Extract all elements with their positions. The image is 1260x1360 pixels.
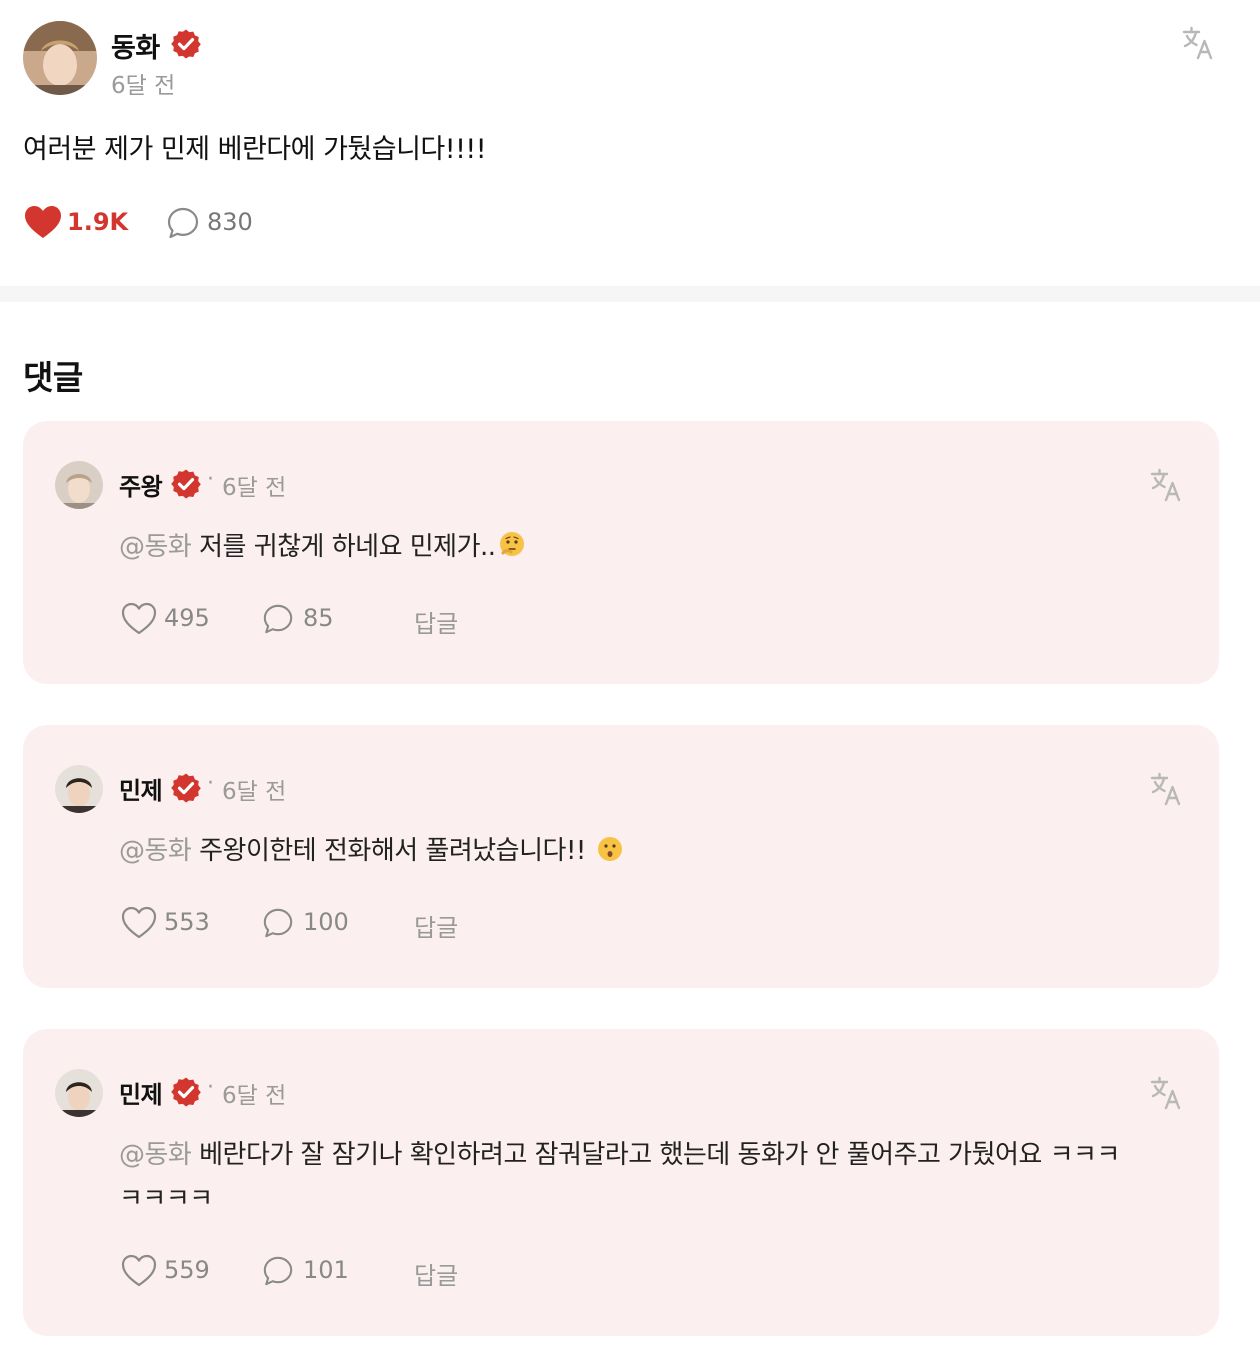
section-divider: [0, 286, 1260, 302]
verified-badge-icon: [170, 1076, 202, 1108]
comment-text: @동화 베란다가 잘 잠기나 확인하려고 잠궈달라고 했는데 동화가 안 풀어주…: [119, 1133, 1139, 1221]
separator-dot: ·: [207, 1075, 214, 1100]
comment-like-count[interactable]: 495: [164, 604, 210, 632]
heart-outline-icon[interactable]: [121, 1254, 157, 1287]
verified-badge-icon: [170, 772, 202, 804]
comment-body: 저를 귀찮게 하네요 민제가..: [199, 532, 496, 562]
avatar[interactable]: [55, 1069, 103, 1117]
comment-actions: 559 101 답글: [119, 1252, 619, 1292]
comment-author-name[interactable]: 민제: [119, 771, 163, 806]
reply-button[interactable]: 답글: [414, 604, 458, 639]
comment-actions: 553 100 답글: [119, 904, 619, 944]
post-timestamp: 6달 전: [111, 73, 176, 99]
post-like-count[interactable]: 1.9K: [67, 208, 128, 236]
comment-body: 주왕이한테 전화해서 풀려났습니다!!: [199, 836, 586, 866]
verified-badge-icon: [170, 468, 202, 500]
separator-dot: ·: [207, 467, 214, 492]
comment-reply-count[interactable]: 100: [303, 908, 349, 936]
mention-link[interactable]: @동화: [119, 836, 192, 866]
comment-timestamp: 6달 전: [222, 475, 287, 501]
comment-like-count[interactable]: 559: [164, 1256, 210, 1284]
avatar[interactable]: [55, 765, 103, 813]
heart-outline-icon[interactable]: [121, 906, 157, 939]
comment-reply-count[interactable]: 85: [303, 604, 334, 632]
comment-reply-count[interactable]: 101: [303, 1256, 349, 1284]
comment-card: 민제 · 6달 전 @동화 베란다가 잘 잠기나 확인하려고 잠궈달라고 했는데…: [23, 1029, 1219, 1336]
post-author-name[interactable]: 동화: [111, 26, 160, 65]
comment-card: 민제 · 6달 전 @동화 주왕이한테 전화해서 풀려났습니다!! 553 10…: [23, 725, 1219, 988]
verified-badge-icon: [170, 28, 202, 60]
comment-text: @동화 주왕이한테 전화해서 풀려났습니다!!: [119, 829, 1139, 873]
translate-icon[interactable]: [1149, 1075, 1185, 1111]
translate-icon[interactable]: [1181, 25, 1217, 61]
heart-filled-icon[interactable]: [24, 205, 62, 239]
comment-body: 베란다가 잘 잠기나 확인하려고 잠궈달라고 했는데 동화가 안 풀어주고 가뒀…: [119, 1140, 1120, 1214]
comment-bubble-icon[interactable]: [262, 603, 294, 635]
comment-bubble-icon[interactable]: [262, 1255, 294, 1287]
post-author-avatar[interactable]: [23, 21, 97, 95]
comment-author-name[interactable]: 민제: [119, 1075, 163, 1110]
translate-icon[interactable]: [1149, 771, 1185, 807]
mention-link[interactable]: @동화: [119, 1140, 192, 1170]
post: 동화 6달 전 여러분 제가 민제 베란다에 가뒀습니다!!!! 1.9K 83…: [0, 0, 1260, 286]
translate-icon[interactable]: [1149, 467, 1185, 503]
avatar[interactable]: [55, 461, 103, 509]
comment-card: 주왕 · 6달 전 @동화 저를 귀찮게 하네요 민제가.. 495 85 답글: [23, 421, 1219, 684]
separator-dot: ·: [207, 771, 214, 796]
comment-timestamp: 6달 전: [222, 779, 287, 805]
post-text: 여러분 제가 민제 베란다에 가뒀습니다!!!!: [23, 134, 487, 165]
hushed-face-icon: [597, 837, 622, 861]
thinking-face-icon: [499, 532, 524, 556]
comment-like-count[interactable]: 553: [164, 908, 210, 936]
mention-link[interactable]: @동화: [119, 532, 192, 562]
post-comment-count[interactable]: 830: [207, 208, 253, 236]
comment-actions: 495 85 답글: [119, 600, 619, 640]
comments-heading: 댓글: [23, 358, 83, 397]
reply-button[interactable]: 답글: [414, 908, 458, 943]
comment-bubble-icon[interactable]: [166, 206, 200, 240]
heart-outline-icon[interactable]: [121, 602, 157, 635]
comment-author-name[interactable]: 주왕: [119, 467, 163, 502]
reply-button[interactable]: 답글: [414, 1256, 458, 1291]
comment-text: @동화 저를 귀찮게 하네요 민제가..: [119, 525, 1139, 569]
comment-timestamp: 6달 전: [222, 1083, 287, 1109]
comment-bubble-icon[interactable]: [262, 907, 294, 939]
